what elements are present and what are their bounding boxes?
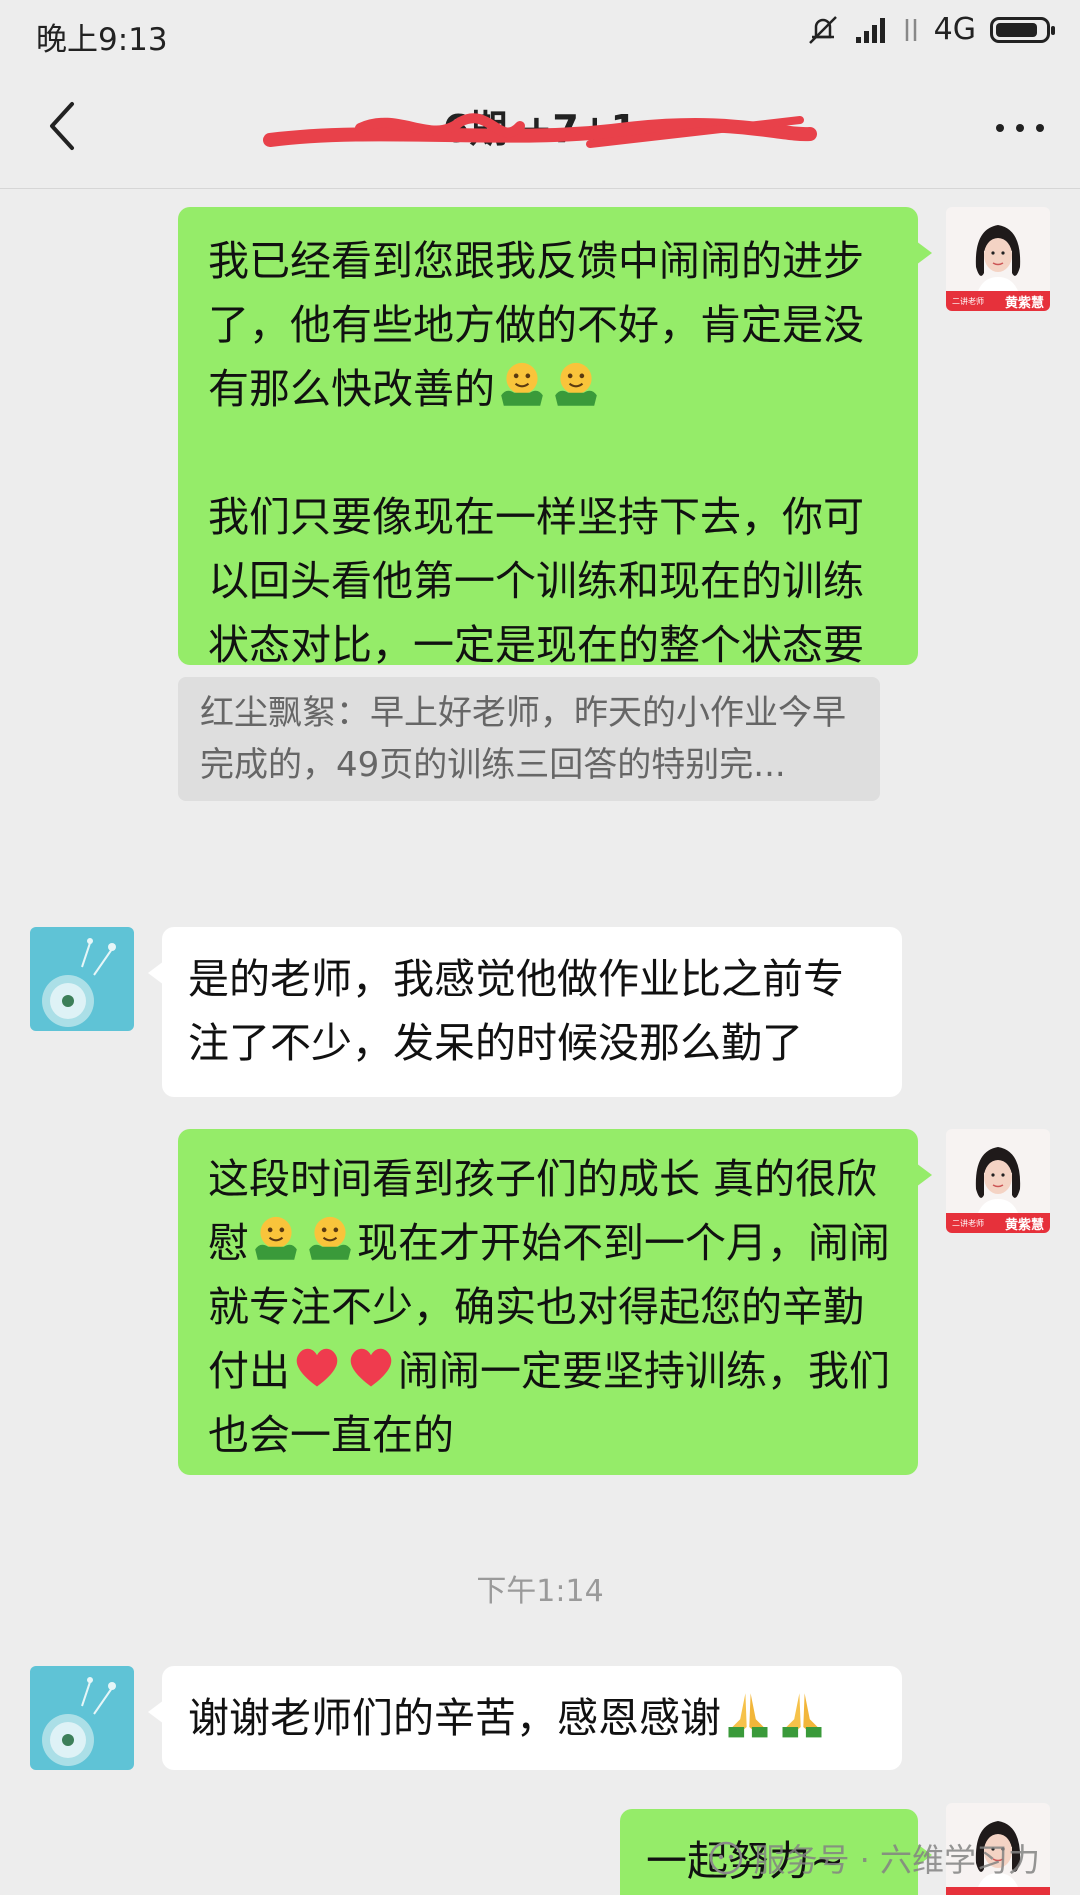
- user-avatar[interactable]: [30, 1666, 134, 1770]
- chat-title[interactable]: 6期 +7+1: [270, 98, 810, 153]
- hugging-face-emoji: [550, 359, 602, 411]
- folded-hands-emoji: [776, 1688, 828, 1740]
- signal-icon: [855, 17, 885, 43]
- message-bubble-incoming[interactable]: 谢谢老师们的辛苦，感恩感谢: [148, 1666, 902, 1770]
- chevron-left-icon[interactable]: [36, 96, 96, 156]
- message-list[interactable]: 二讲老师 黄紫慧 我已经看到您跟我反馈中闹闹的进步了，他有些地方做的不好，肯定是…: [0, 189, 1080, 1895]
- more-dots-icon[interactable]: [990, 108, 1050, 148]
- message-bubble-outgoing[interactable]: 我已经看到您跟我反馈中闹闹的进步了，他有些地方做的不好，肯定是没有那么快改善的 …: [178, 207, 932, 733]
- data-transfer-icon: [905, 18, 916, 41]
- message-text: 这段时间看到孩子们的成长 真的很欣慰 现在才开始不到一个月，闹闹就专注不少，确实也…: [208, 1155, 890, 1459]
- red-heart-emoji: [345, 1341, 397, 1393]
- network-type: 4G: [933, 12, 976, 47]
- user-avatar-image: [30, 1666, 134, 1770]
- mute-icon: [808, 15, 837, 44]
- folded-hands-emoji: [722, 1688, 774, 1740]
- status-bar: 晚上9:13 4G: [0, 0, 1080, 68]
- teacher-tag: 二讲老师: [952, 296, 984, 306]
- hugging-face-emoji: [496, 359, 548, 411]
- teacher-name: 黄紫慧: [1004, 1217, 1044, 1233]
- quoted-message[interactable]: 红尘飘絮：早上好老师，昨天的小作业今早完成的，49页的训练三回答的特别完...: [178, 677, 880, 801]
- watermark: 服务号 · 六维学习力: [709, 1835, 1040, 1881]
- teacher-avatar[interactable]: 二讲老师 黄紫慧: [946, 1129, 1050, 1233]
- status-icons: 4G: [806, 12, 1055, 47]
- battery-icon: [990, 16, 1055, 43]
- hugging-face-emoji: [250, 1213, 302, 1265]
- message-text: 我已经看到您跟我反馈中闹闹的进步了，他有些地方做的不好，肯定是没有那么快改善的: [208, 237, 864, 413]
- battery-level: [996, 22, 1037, 37]
- wechat-service-icon: [710, 1841, 743, 1875]
- watermark-text: 服务号 · 六维学习力: [753, 1841, 1040, 1879]
- hugging-face-emoji: [304, 1213, 356, 1265]
- teacher-tag: 二讲老师: [952, 1218, 984, 1228]
- message-text: 谢谢老师们的辛苦，感恩感谢: [188, 1686, 876, 1750]
- teacher-name: 黄紫慧: [1004, 295, 1044, 311]
- message-bubble-outgoing[interactable]: 这段时间看到孩子们的成长 真的很欣慰 现在才开始不到一个月，闹闹就专注不少，确实也…: [178, 1129, 932, 1475]
- status-time: 晚上9:13: [36, 22, 168, 58]
- message-timestamp: 下午1:14: [476, 1574, 604, 1609]
- message-text: 是的老师，我感觉他做作业比之前专注了不少，发呆的时候没那么勤了: [188, 955, 844, 1067]
- message-bubble-incoming[interactable]: 是的老师，我感觉他做作业比之前专注了不少，发呆的时候没那么勤了: [148, 927, 902, 1097]
- user-avatar-image: [30, 927, 134, 1031]
- red-heart-emoji: [291, 1341, 343, 1393]
- user-avatar[interactable]: [30, 927, 134, 1031]
- teacher-avatar[interactable]: 二讲老师 黄紫慧: [946, 207, 1050, 311]
- chat-header: 6期 +7+1: [0, 68, 1080, 189]
